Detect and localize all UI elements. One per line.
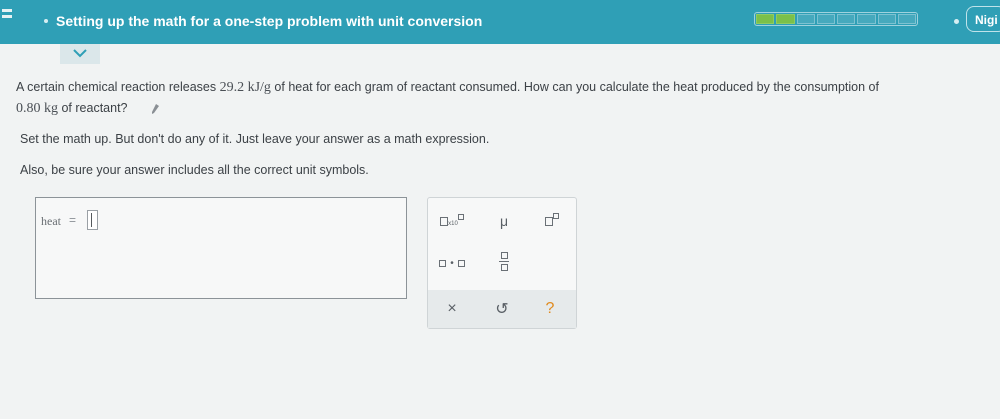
equals-sign: =	[69, 213, 77, 227]
value-energy-per-gram: 29.2 kJ/g	[219, 80, 271, 95]
chevron-down-icon	[73, 49, 87, 58]
answer-input-area[interactable]: heat =	[35, 197, 407, 299]
math-entry-field[interactable]	[87, 210, 98, 230]
undo-icon: ↺	[495, 301, 509, 318]
superscript-button[interactable]	[534, 206, 570, 236]
answer-variable-label: heat	[41, 214, 61, 228]
value-reactant-mass: 0.80 kg	[16, 101, 58, 116]
undo-button[interactable]: ↺	[484, 294, 520, 324]
left-box-icon	[439, 259, 447, 267]
hamburger-icon[interactable]	[0, 6, 18, 28]
progress-segment	[877, 14, 896, 24]
topic-title: Setting up the math for a one-step probl…	[56, 13, 483, 29]
power-box-icon	[553, 213, 559, 219]
status-dot	[954, 19, 959, 24]
progress-segment	[837, 14, 856, 24]
question-part2: of heat for each gram of reactant consum…	[274, 80, 879, 94]
question-text: A certain chemical reaction releases 29.…	[16, 77, 976, 119]
progress-segment	[756, 14, 775, 24]
sci-notation-label: x10	[448, 221, 458, 227]
instruction-setup: Set the math up. But don't do any of it.…	[20, 132, 490, 146]
micro-prefix-button[interactable]: μ	[486, 206, 522, 236]
user-menu-button[interactable]: Nigi	[966, 6, 1000, 32]
progress-segment	[897, 14, 916, 24]
pencil-icon	[151, 104, 159, 114]
title-bullet-dot	[44, 19, 48, 23]
dot-operator-icon: •	[450, 257, 454, 269]
mu-symbol: μ	[499, 213, 509, 229]
exponent-box-icon	[457, 213, 464, 220]
progress-segment	[857, 14, 876, 24]
progress-bar	[754, 12, 918, 26]
progress-segment	[776, 14, 795, 24]
fraction-button[interactable]	[486, 246, 522, 276]
base-box-icon	[545, 216, 553, 226]
progress-segment	[816, 14, 835, 24]
placeholder-box-icon	[440, 216, 449, 226]
collapse-toggle-button[interactable]	[60, 44, 100, 64]
multiply-dot-button[interactable]: •	[434, 248, 470, 278]
progress-segment	[796, 14, 815, 24]
question-part3: of reactant?	[61, 101, 128, 115]
denominator-box-icon	[500, 263, 508, 271]
numerator-box-icon	[500, 251, 508, 259]
help-icon: ?	[545, 300, 555, 317]
top-bar: Setting up the math for a one-step probl…	[0, 0, 1000, 44]
question-part1: A certain chemical reaction releases	[16, 80, 217, 94]
user-name: Nigi	[975, 13, 998, 27]
palette-action-row: × ↺ ?	[428, 290, 576, 328]
close-icon: ×	[447, 300, 457, 317]
help-button[interactable]: ?	[532, 294, 568, 324]
instruction-units: Also, be sure your answer includes all t…	[20, 163, 369, 177]
clear-button[interactable]: ×	[434, 294, 470, 324]
fraction-bar-icon	[499, 260, 509, 262]
math-palette: x10 μ • × ↺ ?	[427, 197, 577, 329]
scientific-notation-button[interactable]: x10	[434, 206, 470, 236]
right-box-icon	[457, 259, 465, 267]
